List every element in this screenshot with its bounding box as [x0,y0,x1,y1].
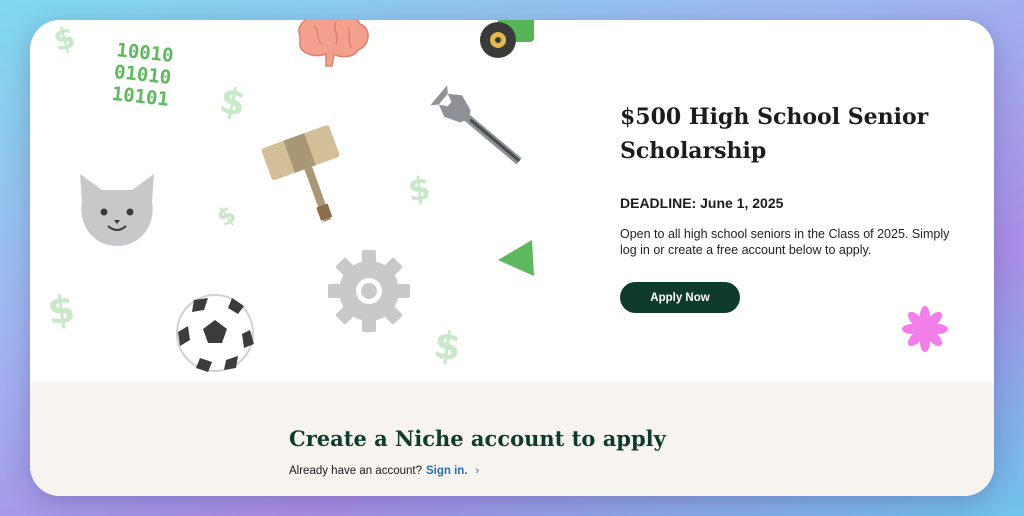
deadline-text: DEADLINE: June 1, 2025 [620,195,784,211]
signin-prompt: Already have an account? Sign in. › [289,465,479,477]
sign-in-link[interactable]: Sign in. [426,465,468,477]
flower-icon [902,306,948,352]
dollar-icon: $ [45,286,78,334]
scholarship-title: $500 High School Senior Scholarship [620,104,929,164]
hero-section: 10010 01010 10101 $ $ $ $ $ $ $500 High … [30,20,994,382]
brain-icon [298,20,369,67]
scholarship-card: 10010 01010 10101 $ $ $ $ $ $ $500 High … [30,20,994,496]
cat-icon [80,174,154,246]
chevron-right-icon[interactable]: › [476,465,480,477]
dollar-icon: $ [431,322,464,370]
tractor-icon [480,20,534,58]
dollar-icon: $ [49,20,80,60]
gear-icon [328,250,410,332]
gavel-icon [261,125,340,222]
dollar-icon: $ [216,79,250,126]
create-account-heading: Create a Niche account to apply [289,426,666,451]
green-triangle-icon [498,240,534,276]
signin-prompt-text: Already have an account? [289,465,422,477]
soccer-ball-icon [176,294,254,372]
apply-now-button[interactable]: Apply Now [620,282,740,313]
scholarship-description: Open to all high school seniors in the C… [620,227,950,257]
wrench-icon [430,85,522,165]
dollar-icon: $ [211,199,242,233]
binary-code-graphic: 10010 01010 10101 [111,39,175,111]
binary-line: 10101 [110,82,170,111]
